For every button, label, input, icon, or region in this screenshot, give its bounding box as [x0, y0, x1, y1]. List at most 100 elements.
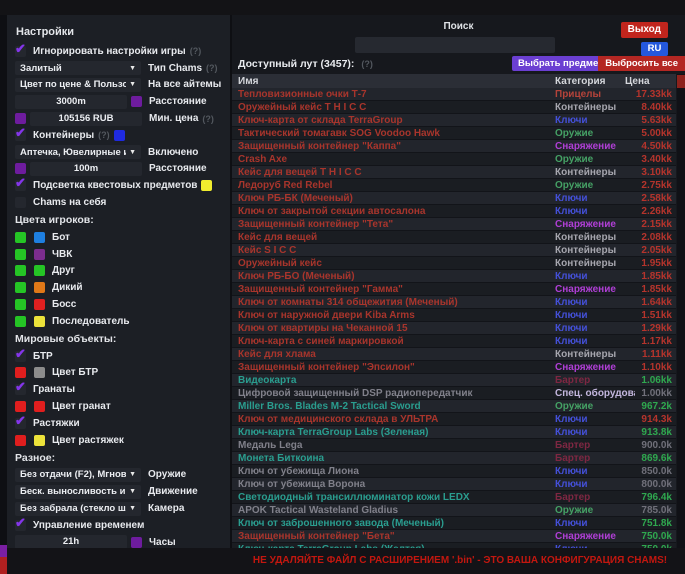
world-object-toggle-row[interactable]: Растяжки	[7, 415, 230, 432]
checkbox-checked-icon[interactable]	[15, 384, 26, 395]
color-swatch[interactable]	[15, 316, 26, 327]
loot-table-row[interactable]: Ключ РБ-БК (Меченый)Ключи2.58kk	[232, 192, 676, 205]
loot-table-row[interactable]: Медаль LegaБартер900.0k	[232, 439, 676, 452]
hours-color-swatch[interactable]	[131, 537, 142, 548]
chams-self-row[interactable]: Chams на себя	[7, 194, 230, 211]
help-icon[interactable]: (?)	[98, 130, 110, 140]
loot-table-row[interactable]: Ключ от наружной двери Kiba ArmsКлючи1.5…	[232, 309, 676, 322]
color-swatch[interactable]	[34, 299, 45, 310]
camera-misc-dropdown[interactable]: Без забрала (стекло шлема)	[15, 502, 141, 516]
color-swatch[interactable]	[15, 249, 26, 260]
search-input[interactable]	[355, 37, 555, 53]
loot-table-row[interactable]: Кейс для вещейКонтейнеры2.08kk	[232, 231, 676, 244]
chams-type-dropdown[interactable]: Залитый	[15, 61, 141, 75]
world-color-row[interactable]: Цвет растяжек	[7, 432, 230, 449]
containers-color-swatch[interactable]	[114, 130, 125, 141]
scrollbar-thumb[interactable]	[677, 75, 685, 88]
containers-row[interactable]: Контейнеры (?)	[7, 127, 230, 144]
world-color-row[interactable]: Цвет БТР	[7, 365, 230, 382]
loot-table-row[interactable]: Защищенный контейнер "Каппа"Снаряжение4.…	[232, 140, 676, 153]
help-icon[interactable]: (?)	[202, 114, 214, 124]
loot-table-row[interactable]: Защищенный контейнер "Гамма"Снаряжение1.…	[232, 283, 676, 296]
container-distance-color-swatch[interactable]	[15, 163, 26, 174]
checkbox-checked-icon[interactable]	[15, 418, 26, 429]
player-color-row[interactable]: Бот	[7, 229, 230, 246]
container-distance-input[interactable]: 100m	[30, 162, 142, 176]
color-swatch[interactable]	[15, 299, 26, 310]
help-icon[interactable]: (?)	[361, 59, 373, 69]
color-swatch[interactable]	[34, 435, 45, 446]
loot-table-row[interactable]: Оружейный кейс T H I C CКонтейнеры8.40kk	[232, 101, 676, 114]
loot-table-row[interactable]: APOK Tactical Wasteland GladiusОружие785…	[232, 504, 676, 517]
drop-all-button[interactable]: Выбросить все	[598, 56, 685, 71]
loot-table-row[interactable]: Тепловизионные очки Т-7Прицелы17.33kk	[232, 88, 676, 101]
color-swatch[interactable]	[34, 282, 45, 293]
container-types-dropdown[interactable]: Аптечка, Ювелирные и...	[15, 145, 141, 159]
checkbox-checked-icon[interactable]	[15, 130, 26, 141]
world-color-row[interactable]: Цвет гранат	[7, 398, 230, 415]
quest-items-color-swatch[interactable]	[201, 180, 212, 191]
loot-table-row[interactable]: Защищенный контейнер "Бета"Снаряжение750…	[232, 530, 676, 543]
world-object-toggle-row[interactable]: Гранаты	[7, 381, 230, 398]
world-object-toggle-row[interactable]: БТР	[7, 348, 230, 365]
checkbox-checked-icon[interactable]	[15, 351, 26, 362]
color-swatch[interactable]	[34, 401, 45, 412]
color-swatch[interactable]	[15, 401, 26, 412]
loot-table-row[interactable]: Тактический томагавк SOG Voodoo HawkОруж…	[232, 127, 676, 140]
loot-table-row[interactable]: Оружейный кейсКонтейнеры1.95kk	[232, 257, 676, 270]
time-control-row[interactable]: Управление временем	[7, 517, 230, 534]
ignore-game-settings-row[interactable]: Игнорировать настройки игры (?)	[7, 43, 230, 60]
player-color-row[interactable]: ЧВК	[7, 246, 230, 263]
loot-table-row[interactable]: Ключ-карта TerraGroup Labs (Зеленая)Ключ…	[232, 426, 676, 439]
player-color-row[interactable]: Последователь	[7, 313, 230, 330]
color-swatch[interactable]	[34, 367, 45, 378]
scrollbar-track[interactable]	[677, 74, 685, 548]
loot-table-row[interactable]: Цифровой защищенный DSP радиопередатчикС…	[232, 387, 676, 400]
loot-table-row[interactable]: Ключ от комнаты 314 общежития (Меченый)К…	[232, 296, 676, 309]
loot-table-row[interactable]: Монета БиткоинаБартер869.6k	[232, 452, 676, 465]
color-swatch[interactable]	[15, 367, 26, 378]
loot-table-row[interactable]: Miller Bros. Blades M-2 Tactical SwordОр…	[232, 400, 676, 413]
color-swatch[interactable]	[34, 265, 45, 276]
color-swatch[interactable]	[34, 232, 45, 243]
loot-table-row[interactable]: Ключ РБ-БО (Меченый)Ключи1.85kk	[232, 270, 676, 283]
loot-table-row[interactable]: Ключ от квартиры на Чеканной 15Ключи1.29…	[232, 322, 676, 335]
color-swatch[interactable]	[34, 249, 45, 260]
checkbox-icon[interactable]	[15, 197, 26, 208]
color-swatch[interactable]	[15, 232, 26, 243]
loot-table-row[interactable]: Ключ от убежища ЛионаКлючи850.0k	[232, 465, 676, 478]
loot-table-row[interactable]: Ледоруб Red RebelОружие2.75kk	[232, 179, 676, 192]
price-color-dropdown[interactable]: Цвет по цене & Пользователь	[15, 78, 141, 92]
loot-table-row[interactable]: Ключ от медицинского склада в УЛЬТРАКлюч…	[232, 413, 676, 426]
loot-table-row[interactable]: Светодиодный трансиллюминатор кожи LEDXБ…	[232, 491, 676, 504]
movement-misc-dropdown[interactable]: Беск. выносливость и нет уста:	[15, 485, 141, 499]
column-header-category[interactable]: Категория	[555, 76, 625, 87]
checkbox-checked-icon[interactable]	[15, 520, 26, 531]
column-header-name[interactable]: Имя	[232, 76, 555, 87]
language-button[interactable]: RU	[641, 42, 668, 56]
exit-button[interactable]: Выход	[621, 22, 668, 38]
color-swatch[interactable]	[15, 282, 26, 293]
quest-items-row[interactable]: Подсветка квестовых предметов	[7, 177, 230, 194]
loot-table-row[interactable]: Ключ от убежища ВоронаКлючи800.0k	[232, 478, 676, 491]
help-icon[interactable]: (?)	[190, 46, 202, 56]
color-swatch[interactable]	[15, 435, 26, 446]
loot-table-row[interactable]: Crash AxeОружие3.40kk	[232, 153, 676, 166]
loot-table-row[interactable]: Ключ-карта от склада TerraGroupКлючи5.63…	[232, 114, 676, 127]
loot-table-row[interactable]: Защищенный контейнер "Эпсилон"Снаряжение…	[232, 361, 676, 374]
loot-table-row[interactable]: ВидеокартаБартер1.06kk	[232, 374, 676, 387]
loot-table-row[interactable]: Ключ-карта с синей маркировкойКлючи1.17k…	[232, 335, 676, 348]
loot-table-row[interactable]: Ключ от заброшенного завода (Меченый)Клю…	[232, 517, 676, 530]
distance-input[interactable]: 3000m	[15, 95, 127, 109]
player-color-row[interactable]: Босс	[7, 296, 230, 313]
distance-color-swatch[interactable]	[131, 96, 142, 107]
checkbox-checked-icon[interactable]	[15, 46, 26, 57]
loot-table-row[interactable]: Кейс S I C CКонтейнеры2.05kk	[232, 244, 676, 257]
color-swatch[interactable]	[34, 316, 45, 327]
checkbox-checked-icon[interactable]	[15, 180, 26, 191]
loot-table-row[interactable]: Ключ от закрытой секции автосалонаКлючи2…	[232, 205, 676, 218]
min-price-input[interactable]: 105156 RUB	[30, 112, 142, 126]
player-color-row[interactable]: Дикий	[7, 279, 230, 296]
min-price-color-swatch[interactable]	[15, 113, 26, 124]
column-header-price[interactable]: Цена	[625, 76, 676, 87]
